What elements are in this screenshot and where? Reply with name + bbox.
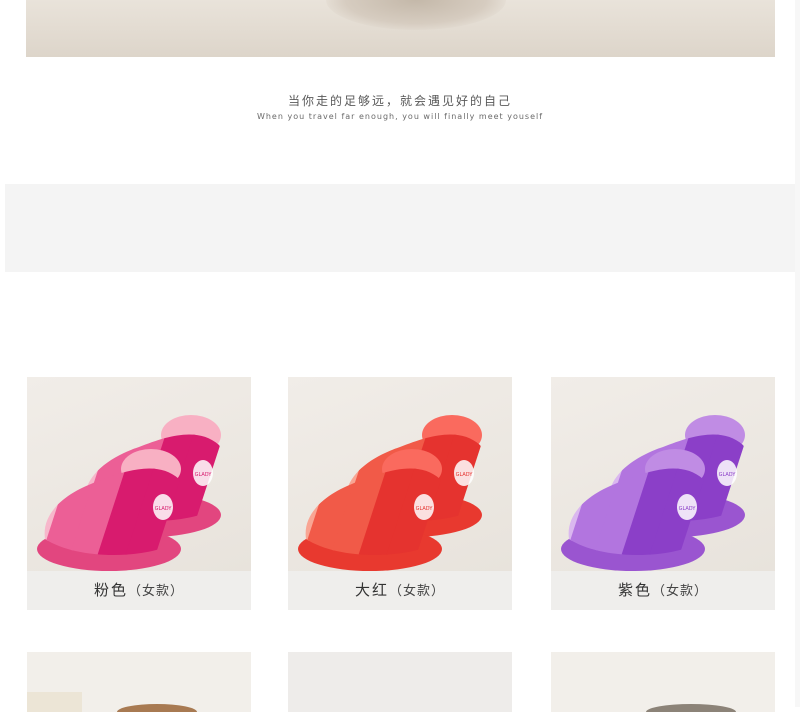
slogan-chinese: 当你走的足够远，就会遇见好的自己: [287, 94, 512, 108]
product-card-row2-3[interactable]: [551, 652, 775, 712]
product-color-name: 紫色: [617, 581, 652, 599]
product-card-purple[interactable]: GLADY GLADY 紫色（女款）: [551, 377, 775, 610]
product-color-name: 大红: [354, 581, 389, 599]
slipper-purple-icon: GLADY GLADY: [561, 415, 751, 571]
product-label: 紫色（女款）: [551, 571, 775, 610]
product-style: （女款）: [389, 584, 446, 599]
svg-text:GLADY: GLADY: [195, 472, 213, 478]
spacer-band: [5, 184, 795, 272]
banner-photo-subject: [326, 0, 506, 30]
product-photo: GLADY GLADY: [288, 377, 512, 571]
svg-text:GLADY: GLADY: [679, 506, 697, 512]
svg-text:GLADY: GLADY: [416, 506, 434, 512]
product-card-row2-1[interactable]: [27, 652, 251, 712]
product-style: （女款）: [652, 584, 709, 599]
product-style: （女款）: [128, 584, 185, 599]
slipper-red-icon: GLADY GLADY: [298, 415, 488, 571]
product-card-row2-2[interactable]: [288, 652, 512, 712]
slipper-pink-icon: GLADY GLADY: [37, 415, 227, 571]
svg-text:GLADY: GLADY: [155, 506, 173, 512]
product-label: 粉色（女款）: [27, 571, 251, 610]
svg-text:GLADY: GLADY: [456, 472, 474, 478]
svg-text:GLADY: GLADY: [719, 472, 737, 478]
product-card-pink[interactable]: GLADY GLADY 粉色（女款）: [27, 377, 251, 610]
slipper-brown-icon: [27, 692, 197, 712]
product-photo: GLADY GLADY: [27, 377, 251, 571]
slogan-english: When you travel far enough, you will fin…: [256, 112, 544, 121]
slipper-gray-icon: [646, 704, 736, 712]
product-color-name: 粉色: [93, 581, 128, 599]
product-card-red[interactable]: GLADY GLADY 大红（女款）: [288, 377, 512, 610]
product-label: 大红（女款）: [288, 571, 512, 610]
banner-photo: [26, 0, 775, 57]
product-photo: GLADY GLADY: [551, 377, 775, 571]
